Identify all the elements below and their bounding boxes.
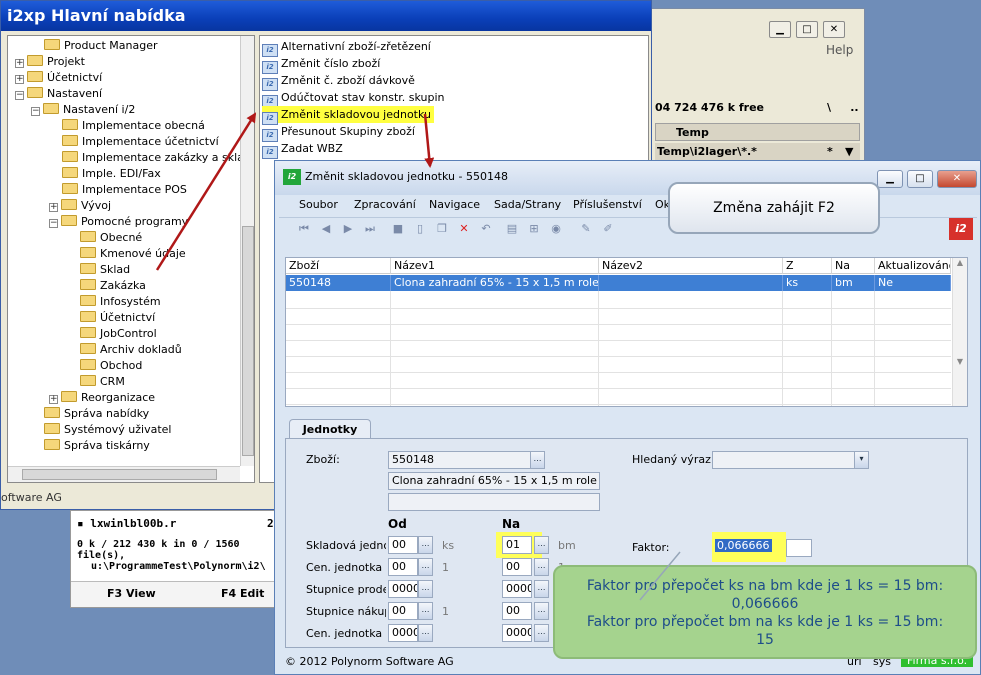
- arrow-function-to-dialog: [423, 113, 435, 168]
- annotation-arrows: [155, 112, 681, 601]
- callout-pointer: [639, 551, 681, 601]
- arrow-sklad-to-function: [155, 112, 257, 271]
